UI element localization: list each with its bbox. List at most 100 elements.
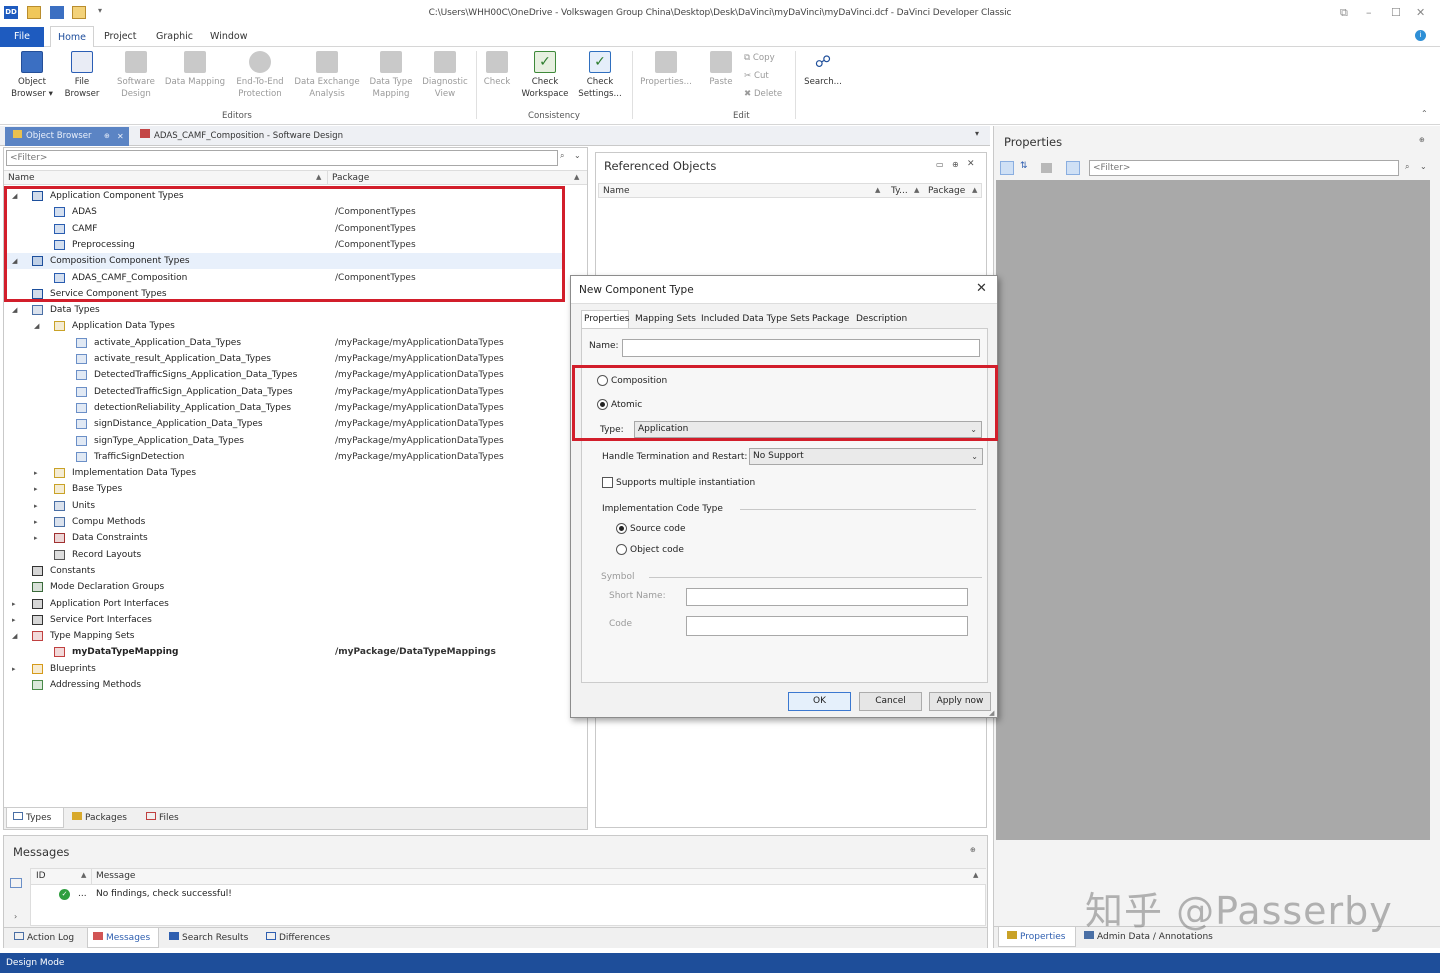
panel-pin-icon[interactable]: ⊕ — [952, 160, 959, 169]
expand-toggle-icon[interactable]: ▸ — [12, 596, 20, 612]
data-type-mapping-button[interactable]: Data Type Mapping — [366, 51, 416, 100]
restore-layout-icon[interactable]: ⧉ — [1340, 6, 1348, 20]
dialog-tab-description[interactable]: Description — [856, 314, 907, 324]
tree-item[interactable]: Record Layouts — [4, 547, 564, 563]
handle-termination-select[interactable]: No Support ⌄ — [749, 448, 983, 465]
column-header-name[interactable]: Name — [8, 173, 35, 183]
paste-button[interactable]: Paste — [704, 51, 738, 88]
properties-pin-icon[interactable]: ⊕ — [1419, 136, 1425, 144]
tree-item[interactable]: ▸ Service Port Interfaces — [4, 612, 564, 628]
end-to-end-protection-button[interactable]: End-To-End Protection — [232, 51, 288, 100]
tab-software-design[interactable]: ADAS_CAMF_Composition - Software Design — [134, 127, 343, 146]
data-exchange-analysis-button[interactable]: Data Exchange Analysis — [294, 51, 360, 100]
file-browser-button[interactable]: File Browser — [60, 51, 104, 100]
multiple-instantiation-checkbox[interactable] — [602, 477, 613, 488]
expand-icon[interactable]: › — [14, 912, 17, 921]
object-browser-button[interactable]: Object Browser ▾ — [8, 51, 56, 100]
ok-button[interactable]: OK — [788, 692, 851, 711]
messages-pin-icon[interactable]: ⊕ — [970, 846, 976, 854]
properties-filter-dropdown-icon[interactable]: ⌄ — [1420, 162, 1427, 171]
data-mapping-button[interactable]: Data Mapping — [164, 51, 226, 88]
expand-toggle-icon[interactable]: ▸ — [34, 465, 42, 481]
tree-item[interactable]: ▸ Blueprints — [4, 661, 564, 677]
tab-differences[interactable]: Differences — [266, 928, 330, 948]
tab-list-dropdown-icon[interactable]: ▾ — [975, 129, 979, 138]
scroll-up-icon[interactable]: ▲ — [973, 871, 978, 879]
column-header-package[interactable]: Package — [928, 186, 965, 196]
tab-messages[interactable]: Messages — [87, 928, 159, 948]
tree-item[interactable]: ▸ Compu Methods — [4, 514, 564, 530]
apply-now-button[interactable]: Apply now — [929, 692, 991, 711]
tab-packages[interactable]: Packages — [72, 808, 127, 828]
tree-item[interactable]: ▸ Application Port Interfaces — [4, 596, 564, 612]
tree-item[interactable]: ◢ Type Mapping Sets — [4, 628, 564, 644]
tab-action-log[interactable]: Action Log — [14, 928, 74, 948]
column-header-type[interactable]: Ty... — [891, 186, 908, 196]
menu-graphic[interactable]: Graphic — [156, 31, 193, 42]
search-button[interactable]: ☍ Search... — [800, 51, 846, 88]
tree-item[interactable]: ◢ Application Data Types — [4, 318, 564, 334]
resize-grip-icon[interactable]: ◢ — [989, 709, 994, 717]
expand-toggle-icon[interactable]: ◢ — [34, 318, 42, 334]
name-input[interactable] — [622, 339, 980, 357]
panel-menu-icon[interactable]: ▭ — [936, 160, 944, 169]
object-browser-filter-input[interactable] — [6, 150, 558, 166]
info-icon[interactable]: i — [1415, 30, 1426, 41]
close-tab-icon[interactable]: ✕ — [117, 127, 124, 146]
dialog-tab-included-data-type-sets[interactable]: Included Data Type Sets — [701, 314, 810, 324]
expand-toggle-icon[interactable]: ◢ — [12, 628, 20, 644]
close-window-icon[interactable]: ✕ — [1416, 6, 1425, 19]
filter-dropdown-icon[interactable]: ⌄ — [574, 151, 586, 165]
tree-item[interactable]: Mode Declaration Groups — [4, 579, 564, 595]
collapse-ribbon-icon[interactable]: ⌃ — [1421, 109, 1428, 118]
dialog-close-icon[interactable]: ✕ — [976, 281, 987, 296]
column-header-package[interactable]: Package — [332, 173, 369, 183]
expand-toggle-icon[interactable]: ▸ — [34, 498, 42, 514]
object-code-radio[interactable] — [616, 544, 627, 555]
tab-types[interactable]: Types — [6, 808, 64, 828]
column-header-name[interactable]: Name — [603, 186, 630, 196]
tab-properties[interactable]: Properties — [998, 927, 1076, 947]
dialog-tab-mapping-sets[interactable]: Mapping Sets — [635, 314, 696, 324]
tab-search-results[interactable]: Search Results — [169, 928, 248, 948]
cancel-button[interactable]: Cancel — [859, 692, 922, 711]
tab-files[interactable]: Files — [146, 808, 179, 828]
tree-item[interactable]: ▸ Units — [4, 498, 564, 514]
dialog-tab-package[interactable]: Package — [812, 314, 849, 324]
diagnostic-view-button[interactable]: Diagnostic View — [420, 51, 470, 100]
expand-toggle-icon[interactable]: ▸ — [34, 481, 42, 497]
short-name-input[interactable] — [686, 588, 968, 606]
maximize-icon[interactable]: ☐ — [1391, 6, 1401, 19]
expand-toggle-icon[interactable]: ▸ — [34, 514, 42, 530]
cut-button[interactable]: ✂ Cut — [744, 71, 769, 81]
properties-filter-search-icon[interactable]: ⌕ — [1405, 162, 1409, 172]
menu-file[interactable]: File — [0, 27, 44, 47]
expand-toggle-icon[interactable]: ▸ — [12, 612, 20, 628]
tree-item[interactable]: Addressing Methods — [4, 677, 564, 693]
property-pages-icon[interactable] — [1041, 163, 1052, 173]
code-input[interactable] — [686, 616, 968, 636]
properties-button[interactable]: Properties... — [636, 51, 696, 88]
menu-home[interactable]: Home — [50, 26, 94, 48]
tree-item[interactable]: ▸ Data Constraints — [4, 530, 564, 546]
tree-item[interactable]: ◢ Data Types — [4, 302, 564, 318]
tree-item[interactable]: ▸ Base Types — [4, 481, 564, 497]
expand-toggle-icon[interactable]: ◢ — [12, 302, 20, 318]
expand-toggle-icon[interactable]: ▸ — [12, 661, 20, 677]
scroll-up-icon[interactable]: ▲ — [574, 173, 579, 181]
show-details-icon[interactable] — [1066, 161, 1080, 175]
message-filter-icon[interactable] — [10, 878, 22, 888]
table-row[interactable]: ✓ ... No findings, check successful! — [31, 887, 986, 903]
properties-filter-input[interactable] — [1089, 160, 1399, 176]
filter-search-icon[interactable]: ⌕ — [560, 151, 572, 165]
expand-toggle-icon[interactable]: ▸ — [34, 530, 42, 546]
menu-window[interactable]: Window — [210, 31, 247, 42]
software-design-button[interactable]: Software Design — [112, 51, 160, 100]
tree-item[interactable]: ▸ Implementation Data Types — [4, 465, 564, 481]
tree-item[interactable]: Constants — [4, 563, 564, 579]
dialog-tab-properties[interactable]: Properties — [584, 314, 629, 324]
delete-button[interactable]: ✖ Delete — [744, 89, 782, 99]
copy-button[interactable]: ⧉ Copy — [744, 53, 775, 63]
source-code-radio[interactable] — [616, 523, 627, 534]
categorized-icon[interactable] — [1000, 161, 1014, 175]
